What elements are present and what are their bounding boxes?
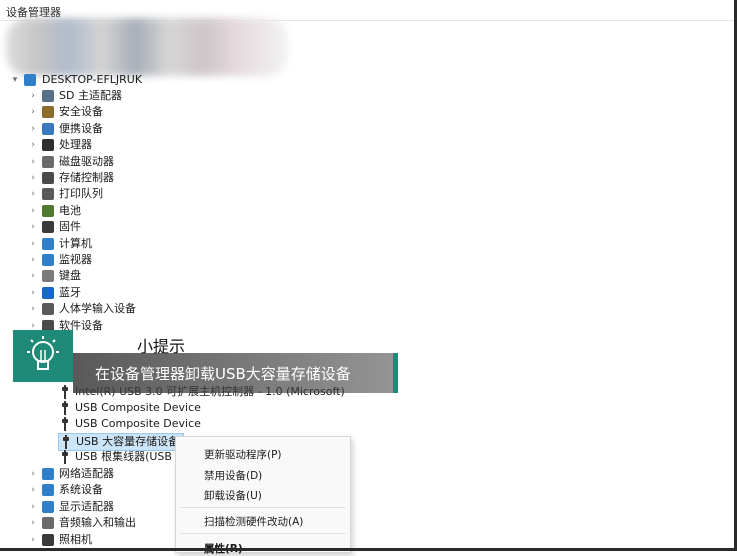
monitor-icon — [42, 254, 54, 266]
expand-arrow-icon[interactable]: › — [28, 466, 38, 482]
menu-item-update-driver[interactable]: 更新驱动程序(P) — [204, 447, 282, 462]
usb-icon — [62, 401, 68, 415]
context-menu: 更新驱动程序(P) 禁用设备(D) 卸载设备(U) 扫描检测硬件改动(A) 属性… — [175, 436, 351, 555]
tree-category-label: 监视器 — [59, 253, 92, 266]
usb-device-label: USB 根集线器(USB 3 — [75, 450, 183, 463]
network-adapter-icon — [42, 468, 54, 480]
tree-category-label: 电池 — [59, 203, 81, 217]
processor-icon — [42, 139, 54, 152]
usb-icon — [62, 385, 68, 399]
usb-device-label: USB Composite Device — [75, 401, 201, 414]
menu-item-uninstall-device[interactable]: 卸载设备(U) — [204, 488, 262, 503]
menu-separator — [180, 507, 346, 508]
device-tree[interactable]: ▾ DESKTOP-EFLJRUK › SD 主适配器 › 安全设备 › 便携设备 › 处理器… — [0, 70, 737, 551]
expand-arrow-icon[interactable]: › — [28, 252, 38, 268]
audio-icon — [42, 517, 54, 530]
tree-category-label: 照相机 — [59, 532, 92, 546]
tree-category-label: 磁盘驱动器 — [59, 154, 114, 168]
storage-controller-icon — [42, 172, 54, 184]
hint-caption-bar: 在设备管理器卸载USB大容量存储设备 — [73, 353, 393, 393]
hint-accent-bar — [393, 353, 398, 393]
expand-arrow-icon[interactable]: › — [28, 515, 38, 531]
usb-icon — [62, 450, 68, 464]
disk-drive-icon — [42, 155, 54, 168]
expand-arrow-icon[interactable]: › — [28, 170, 38, 186]
tree-category-label: 便携设备 — [59, 121, 103, 135]
expand-arrow-icon[interactable]: › — [28, 186, 38, 202]
usb-icon — [63, 435, 69, 449]
usb-device-item[interactable]: USB Composite Device — [58, 416, 205, 432]
expand-arrow-icon[interactable]: › — [28, 104, 38, 120]
display-adapter-icon — [42, 500, 54, 513]
menu-separator — [180, 533, 346, 534]
expand-arrow-icon[interactable]: › — [28, 285, 38, 301]
sd-host-adapter-icon — [42, 90, 54, 102]
expand-arrow-icon[interactable]: › — [28, 268, 38, 284]
tree-category-label: 音频输入和输出 — [59, 516, 136, 530]
print-queue-icon — [42, 188, 54, 201]
usb-device-item[interactable]: USB 根集线器(USB 3 — [58, 449, 186, 465]
tree-category-label: SD 主适配器 — [59, 89, 122, 102]
camera-icon — [42, 533, 54, 546]
expand-arrow-icon[interactable]: › — [28, 499, 38, 515]
tree-category-label: 计算机 — [59, 236, 92, 250]
expand-arrow-icon[interactable]: › — [28, 203, 38, 219]
tree-root-label: DESKTOP-EFLJRUK — [42, 73, 143, 86]
tree-category-label: 存储控制器 — [59, 171, 114, 184]
usb-device-label: USB 大容量存储设备 — [76, 435, 180, 448]
keyboard-icon — [42, 270, 54, 283]
tree-category-label: 安全设备 — [59, 105, 103, 119]
expand-arrow-icon[interactable]: › — [28, 121, 38, 137]
expand-arrow-icon[interactable]: › — [28, 154, 38, 170]
tree-category-label: 处理器 — [59, 138, 92, 152]
expand-arrow-icon[interactable]: ▾ — [10, 72, 20, 88]
blurred-toolbar — [6, 18, 288, 76]
expand-arrow-icon[interactable]: › — [28, 219, 38, 235]
expand-arrow-icon[interactable]: › — [28, 301, 38, 317]
usb-device-label: USB Composite Device — [75, 417, 201, 430]
tree-category-label: 蓝牙 — [59, 285, 81, 299]
menu-item-scan-hardware[interactable]: 扫描检测硬件改动(A) — [204, 514, 303, 529]
expand-arrow-icon[interactable]: › — [28, 532, 38, 548]
tree-category-label: 打印队列 — [59, 187, 103, 201]
tree-category-label: 网络适配器 — [59, 467, 114, 480]
usb-icon — [62, 417, 68, 431]
tree-category-label: 系统设备 — [59, 483, 103, 497]
lightbulb-icon — [27, 336, 59, 370]
battery-icon — [42, 204, 54, 217]
computer-icon — [24, 74, 36, 86]
lightbulb-hint-badge — [13, 330, 73, 382]
firmware-icon — [42, 221, 54, 234]
bluetooth-icon — [42, 286, 54, 299]
computer-icon — [42, 237, 54, 250]
tree-category-label: 显示适配器 — [59, 499, 114, 513]
tree-category-label: 键盘 — [59, 269, 81, 283]
hid-icon — [42, 303, 54, 316]
usb-device-item[interactable]: USB Composite Device — [58, 400, 205, 416]
security-device-icon — [42, 106, 54, 119]
expand-arrow-icon[interactable]: › — [28, 88, 38, 104]
portable-device-icon — [42, 122, 54, 135]
tree-category-label: 固件 — [59, 220, 81, 234]
hint-caption: 在设备管理器卸载USB大容量存储设备 — [95, 365, 351, 383]
expand-arrow-icon[interactable]: › — [28, 137, 38, 153]
expand-arrow-icon[interactable]: › — [28, 482, 38, 498]
menu-item-disable-device[interactable]: 禁用设备(D) — [204, 468, 262, 483]
tree-category-label: 人体学输入设备 — [59, 302, 136, 316]
expand-arrow-icon[interactable]: › — [28, 236, 38, 252]
system-device-icon — [42, 484, 54, 497]
